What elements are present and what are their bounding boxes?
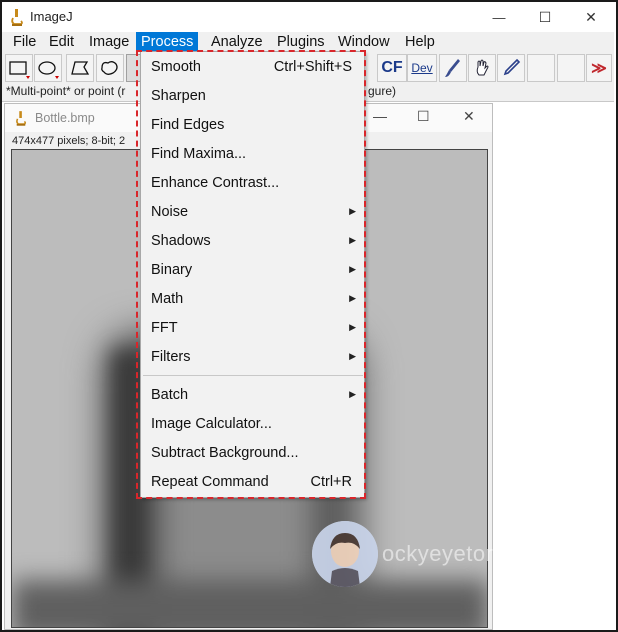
submenu-arrow-icon: ▶ (349, 351, 356, 361)
brush-tool[interactable] (439, 54, 467, 82)
microscope-icon (11, 9, 23, 26)
avatar (312, 521, 378, 587)
menu-item-label: Batch (151, 387, 189, 403)
menu-item-smooth[interactable]: Smooth Ctrl+Shift+S (141, 53, 364, 82)
menu-item-label: Repeat Command (151, 474, 269, 490)
submenu-arrow-icon: ▶ (349, 322, 356, 332)
image-maximize-button[interactable]: ☐ (417, 108, 430, 125)
menu-item-label: Image Calculator... (151, 416, 272, 432)
status-text-left: *Multi-point* or point (r (6, 84, 126, 98)
dropper-tool[interactable] (497, 54, 525, 82)
menu-item-label: Subtract Background... (151, 445, 299, 461)
avatar-illustration (312, 521, 378, 587)
menu-item-subtract-background[interactable]: Subtract Background... (141, 439, 364, 468)
menu-bar: File Edit Image Process Analyze Plugins … (2, 32, 614, 52)
menu-item-image-calculator[interactable]: Image Calculator... (141, 410, 364, 439)
submenu-arrow-icon: ▶ (349, 206, 356, 216)
menu-item-find-edges[interactable]: Find Edges (141, 111, 364, 140)
polygon-tool[interactable] (66, 54, 94, 82)
menu-item-shadows[interactable]: Shadows ▶ (141, 227, 364, 256)
app-title: ImageJ (30, 9, 73, 24)
image-window-title: Bottle.bmp (35, 111, 95, 125)
menu-edit[interactable]: Edit (44, 32, 79, 52)
empty-tool-slot-1[interactable] (527, 54, 555, 82)
menu-item-label: Find Edges (151, 117, 225, 133)
menu-file[interactable]: File (8, 32, 41, 52)
process-menu-dropdown: Smooth Ctrl+Shift+S Sharpen Find Edges F… (140, 51, 365, 498)
menu-item-label: Filters (151, 349, 191, 365)
menu-item-fft[interactable]: FFT ▶ (141, 314, 364, 343)
submenu-arrow-icon: ▶ (349, 293, 356, 303)
submenu-arrow-icon: ▶ (349, 389, 356, 399)
hand-tool[interactable] (468, 54, 496, 82)
menu-plugins[interactable]: Plugins (272, 32, 330, 52)
image-info-text: 474x477 pixels; 8-bit; 2 (12, 135, 126, 147)
menu-item-enhance-contrast[interactable]: Enhance Contrast... (141, 169, 364, 198)
menu-help[interactable]: Help (400, 32, 440, 52)
empty-tool-slot-2[interactable] (557, 54, 585, 82)
menu-item-find-maxima[interactable]: Find Maxima... (141, 140, 364, 169)
menu-item-noise[interactable]: Noise ▶ (141, 198, 364, 227)
menu-process[interactable]: Process (136, 32, 199, 52)
menu-window[interactable]: Window (333, 32, 395, 52)
menu-item-label: Shadows (151, 233, 211, 249)
watermark-text: ockyeyetory.com (382, 541, 553, 566)
menu-item-label: Noise (151, 204, 189, 220)
freehand-icon (101, 61, 118, 75)
brush-icon (445, 59, 460, 77)
image-minimize-button[interactable]: — (373, 108, 387, 124)
hand-icon (476, 59, 489, 76)
menu-item-label: Math (151, 291, 184, 307)
dropper-icon (503, 58, 521, 76)
menu-item-label: Enhance Contrast... (151, 175, 280, 191)
menu-item-filters[interactable]: Filters ▶ (141, 343, 364, 372)
menu-item-batch[interactable]: Batch ▶ (141, 381, 364, 410)
menu-item-label: FFT (151, 320, 178, 336)
oval-icon (38, 61, 59, 79)
submenu-arrow-icon: ▶ (349, 264, 356, 274)
maximize-button[interactable]: ☐ (522, 2, 568, 32)
freehand-tool[interactable] (96, 54, 124, 82)
status-text-right: gure) (368, 84, 397, 98)
menu-item-repeat-command[interactable]: Repeat Command Ctrl+R (141, 468, 364, 497)
menu-item-label: Binary (151, 262, 193, 278)
rectangle-icon (9, 61, 30, 79)
image-close-button[interactable]: ✕ (463, 108, 475, 125)
bottle-base (12, 580, 487, 627)
submenu-arrow-icon: ▶ (349, 235, 356, 245)
menu-analyze[interactable]: Analyze (206, 32, 268, 52)
menu-item-sharpen[interactable]: Sharpen (141, 82, 364, 111)
menu-item-binary[interactable]: Binary ▶ (141, 256, 364, 285)
menu-item-label: Smooth (151, 59, 201, 75)
menu-image[interactable]: Image (84, 32, 134, 52)
oval-tool[interactable] (34, 54, 62, 82)
shortcut-label: Ctrl+R (310, 474, 353, 490)
microscope-icon (16, 111, 27, 126)
polygon-icon (71, 61, 90, 75)
menu-separator (143, 375, 363, 376)
minimize-button-glyph[interactable]: — (476, 2, 522, 32)
more-tools-button[interactable]: ≫ (586, 54, 612, 82)
rectangle-tool[interactable] (5, 54, 33, 82)
double-chevron-icon: ≫ (591, 60, 607, 77)
dev-label: Dev (411, 61, 433, 75)
menu-item-label: Sharpen (151, 88, 206, 104)
menu-item-label: Find Maxima... (151, 146, 247, 162)
shortcut-label: Ctrl+Shift+S (273, 59, 352, 75)
cf-label: CF (381, 59, 403, 76)
close-button[interactable]: ✕ (568, 2, 614, 32)
dev-tool[interactable]: Dev (407, 54, 437, 82)
cf-tool[interactable]: CF (377, 54, 407, 82)
menu-item-math[interactable]: Math ▶ (141, 285, 364, 314)
